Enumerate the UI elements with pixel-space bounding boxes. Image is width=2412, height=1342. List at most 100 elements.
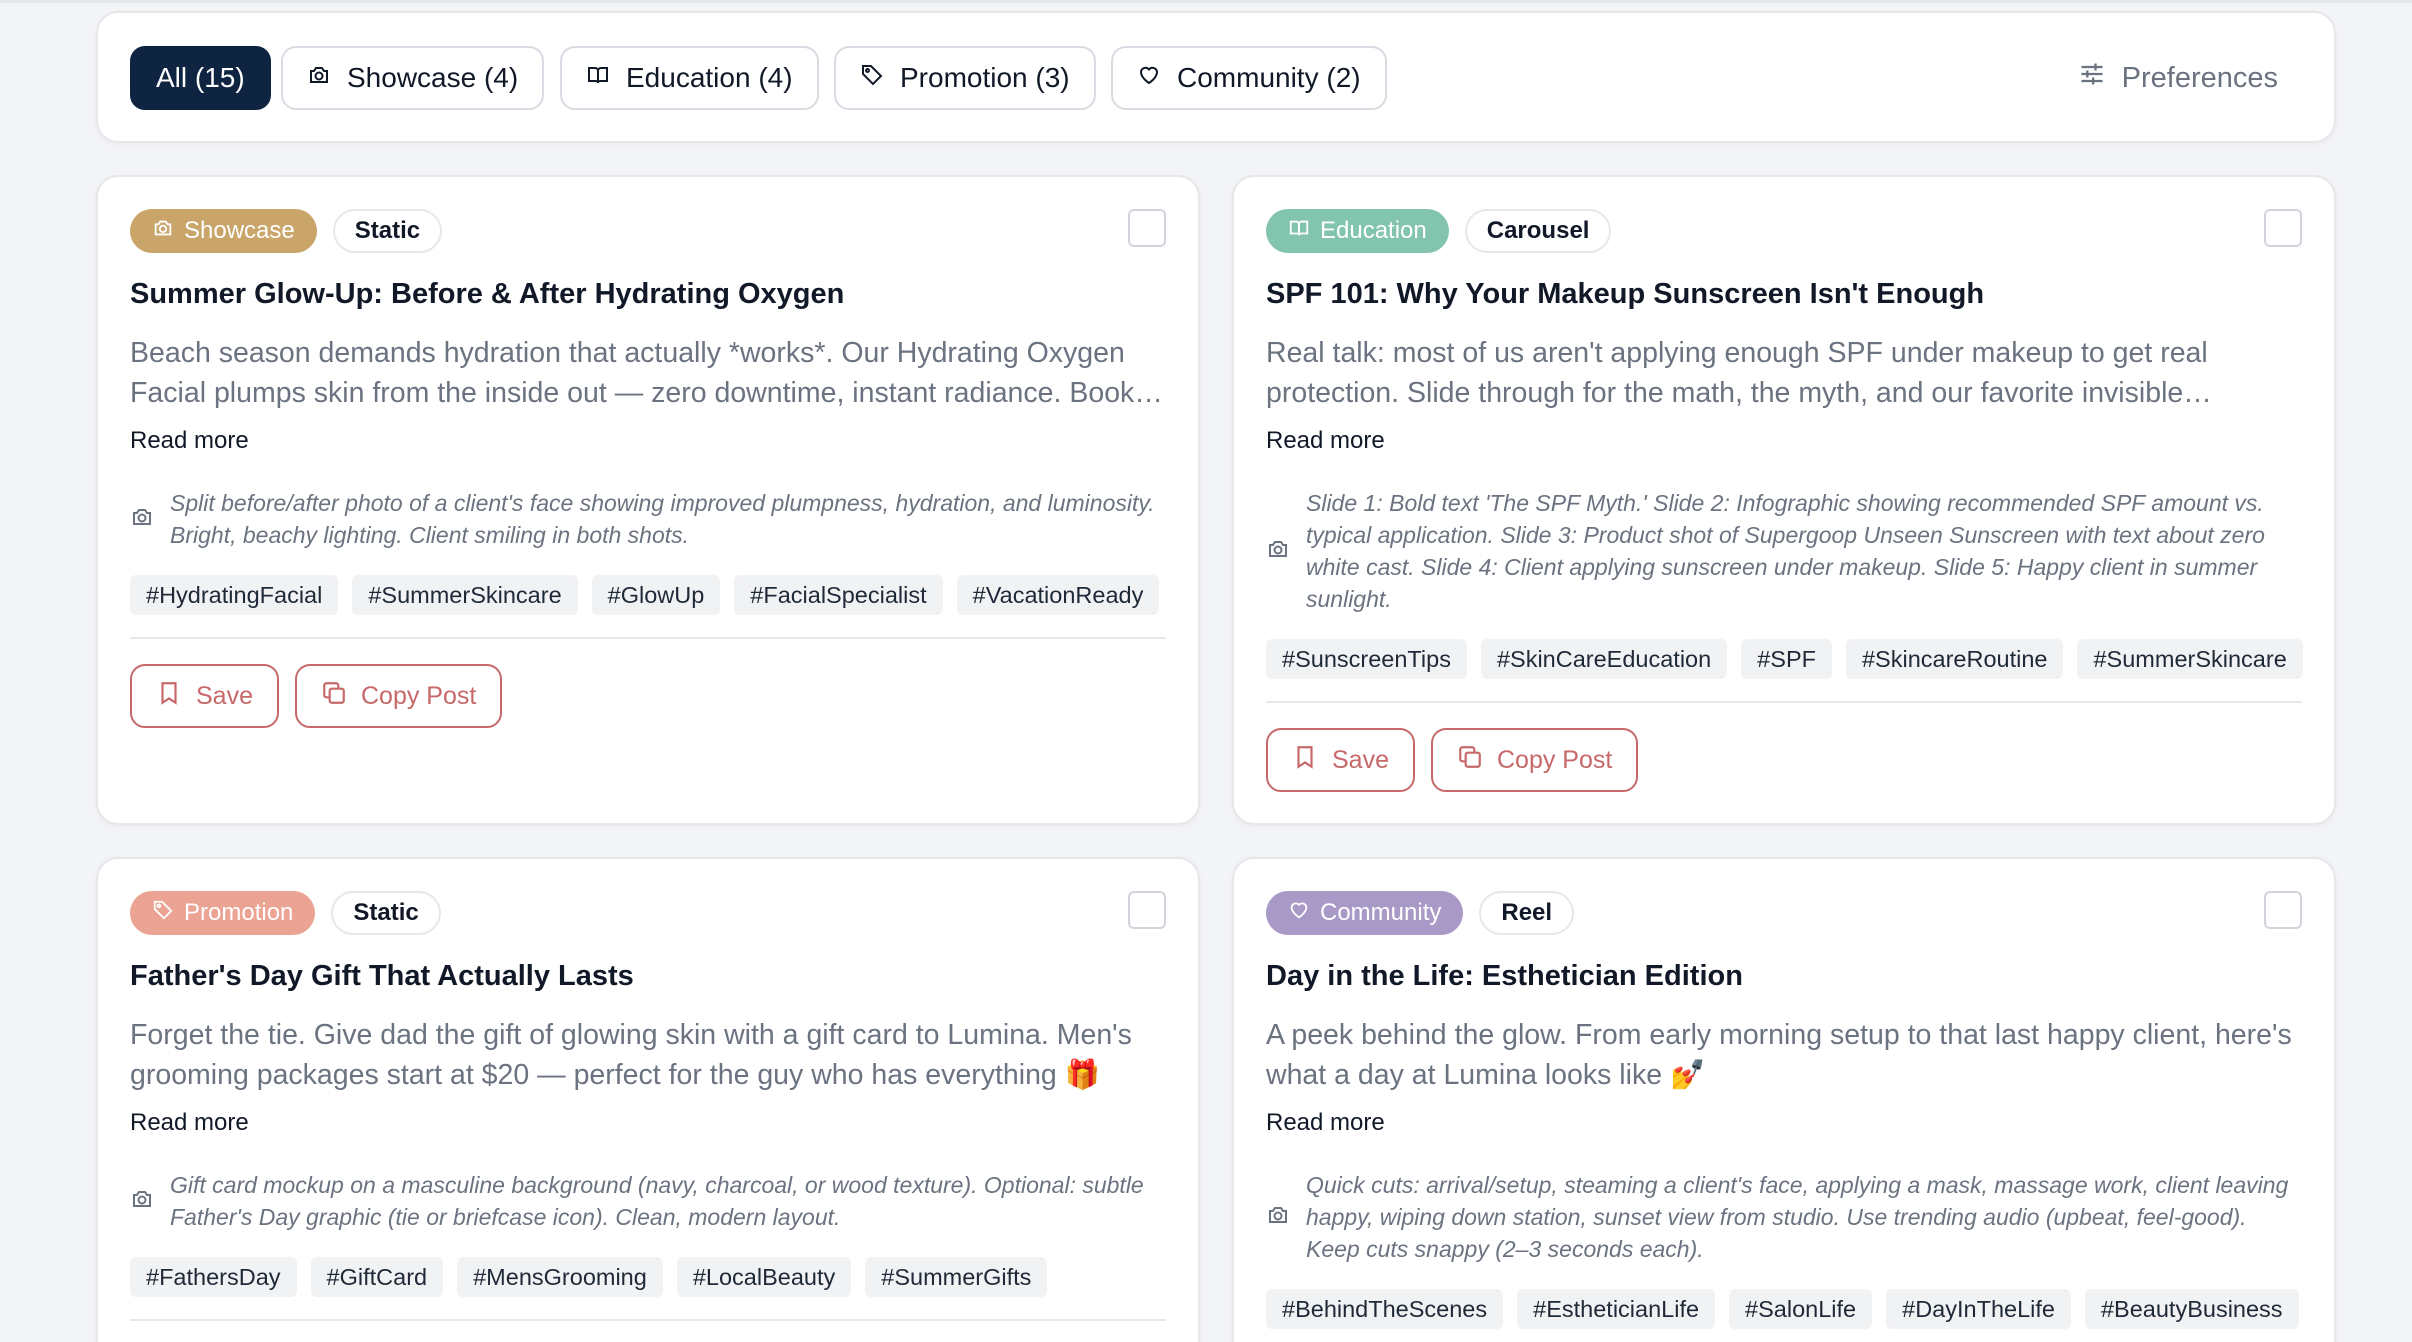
save-button[interactable]: Save [130, 664, 279, 728]
hashtag: #BeautyBusiness [2084, 1289, 2299, 1329]
filter-education[interactable]: Education (4) [560, 46, 819, 110]
read-more-link[interactable]: Read more [1266, 1109, 1385, 1137]
hashtag: #LocalBeauty [676, 1257, 852, 1297]
visual-description: Slide 1: Bold text 'The SPF Myth.' Slide… [1306, 490, 2265, 612]
camera-icon [130, 1187, 154, 1216]
post-title: SPF 101: Why Your Makeup Sunscreen Isn't… [1266, 278, 1985, 310]
filter-community[interactable]: Community (2) [1111, 46, 1387, 110]
visual-notes: Slide 1: Bold text 'The SPF Myth.' Slide… [1266, 487, 2302, 615]
hashtag: #SkincareRoutine [1845, 639, 2064, 679]
hashtag: #SalonLife [1729, 1289, 1873, 1329]
heart-icon [1288, 899, 1310, 928]
hashtag-list: #SunscreenTips #SkinCareEducation #SPF #… [1266, 639, 2310, 679]
book-icon [1288, 217, 1310, 246]
format-badge: Static [332, 209, 443, 253]
filter-showcase-label: Showcase (4) [347, 62, 519, 93]
select-checkbox[interactable] [2264, 209, 2302, 247]
post-body: A peek behind the glow. From early morni… [1266, 1019, 2292, 1091]
filter-showcase[interactable]: Showcase (4) [281, 46, 545, 110]
post-body: Forget the tie. Give dad the gift of glo… [130, 1019, 1132, 1091]
hashtag: #SummerSkincare [352, 575, 578, 615]
copy-post-button[interactable]: Copy Post [294, 664, 503, 728]
camera-icon [152, 217, 174, 246]
divider [1266, 701, 2302, 703]
heart-icon [1137, 62, 1161, 94]
post-card: Education Carousel SPF 101: Why Your Mak… [1232, 175, 2336, 825]
filter-education-label: Education (4) [626, 62, 793, 93]
card-actions: Save Copy Post [1266, 728, 1639, 792]
visual-description: Split before/after photo of a client's f… [170, 490, 1155, 548]
select-checkbox[interactable] [1128, 891, 1166, 929]
copy-icon [1457, 744, 1483, 777]
filter-all-label: All (15) [156, 62, 245, 93]
hashtag: #SkinCareEducation [1480, 639, 1728, 679]
category-badge: Community [1266, 891, 1464, 935]
save-label: Save [196, 681, 253, 710]
post-title: Summer Glow-Up: Before & After Hydrating… [130, 278, 845, 310]
camera-icon [130, 505, 154, 534]
bookmark-icon [156, 680, 182, 713]
post-body: Real talk: most of us aren't applying en… [1266, 337, 2208, 409]
card-badges: Education Carousel [1266, 209, 1612, 253]
post-card: Promotion Static Father's Day Gift That … [96, 857, 1200, 1342]
hashtag: #EstheticianLife [1517, 1289, 1716, 1329]
filter-promotion-label: Promotion (3) [900, 62, 1070, 93]
post-title: Father's Day Gift That Actually Lasts [130, 960, 634, 992]
category-badge: Showcase [130, 209, 317, 253]
book-icon [586, 62, 610, 94]
hashtag-list: #BehindTheScenes #EstheticianLife #Salon… [1266, 1289, 2310, 1329]
save-label: Save [1332, 745, 1389, 774]
camera-icon [1266, 1203, 1290, 1232]
visual-description: Gift card mockup on a masculine backgrou… [170, 1172, 1144, 1230]
card-badges: Community Reel [1266, 891, 1575, 935]
hashtag: #GlowUp [591, 575, 721, 615]
category-label: Promotion [184, 899, 294, 926]
format-badge: Reel [1479, 891, 1575, 935]
post-body: Beach season demands hydration that actu… [130, 337, 1135, 409]
filter-community-label: Community (2) [1177, 62, 1361, 93]
read-more-link[interactable]: Read more [130, 1109, 249, 1137]
hashtag: #SPF [1741, 639, 1832, 679]
filter-all[interactable]: All (15) [130, 46, 271, 110]
top-border [0, 0, 2412, 3]
hashtag: #SummerSkincare [2077, 639, 2303, 679]
preferences-button[interactable]: Preferences [2078, 46, 2278, 110]
hashtag: #VacationReady [956, 575, 1160, 615]
select-checkbox[interactable] [2264, 891, 2302, 929]
hashtag: #DayInTheLife [1886, 1289, 2071, 1329]
category-badge: Education [1266, 209, 1449, 253]
camera-icon [1266, 537, 1290, 566]
card-actions: Save Copy Post [130, 664, 503, 728]
post-title: Day in the Life: Esthetician Edition [1266, 960, 1743, 992]
hashtag: #HydratingFacial [130, 575, 339, 615]
sliders-icon [2078, 60, 2106, 96]
copy-icon [321, 680, 347, 713]
select-checkbox[interactable] [1128, 209, 1166, 247]
read-more-link[interactable]: Read more [1266, 427, 1385, 455]
hashtag: #FacialSpecialist [734, 575, 943, 615]
read-more-link[interactable]: Read more [130, 427, 249, 455]
tag-icon [152, 899, 174, 928]
preferences-label: Preferences [2121, 61, 2278, 94]
visual-description: Quick cuts: arrival/setup, steaming a cl… [1306, 1172, 2289, 1262]
category-badge: Promotion [130, 891, 316, 935]
format-badge: Carousel [1464, 209, 1612, 253]
category-label: Education [1320, 217, 1427, 244]
filter-bar: All (15) Showcase (4) Education (4) Prom… [96, 11, 2336, 143]
visual-notes: Quick cuts: arrival/setup, steaming a cl… [1266, 1169, 2302, 1265]
hashtag: #SummerGifts [865, 1257, 1048, 1297]
copy-post-button[interactable]: Copy Post [1430, 728, 1639, 792]
camera-icon [307, 62, 331, 94]
card-badges: Promotion Static [130, 891, 441, 935]
hashtag: #MensGrooming [457, 1257, 663, 1297]
post-card: Showcase Static Summer Glow-Up: Before &… [96, 175, 1200, 825]
hashtag: #SunscreenTips [1266, 639, 1467, 679]
divider [130, 1319, 1166, 1321]
hashtag: #FathersDay [130, 1257, 297, 1297]
tag-icon [860, 62, 884, 94]
save-button[interactable]: Save [1266, 728, 1415, 792]
post-card: Community Reel Day in the Life: Esthetic… [1232, 857, 2336, 1342]
hashtag: #GiftCard [310, 1257, 444, 1297]
filter-promotion[interactable]: Promotion (3) [834, 46, 1096, 110]
hashtag-list: #FathersDay #GiftCard #MensGrooming #Loc… [130, 1257, 1174, 1297]
